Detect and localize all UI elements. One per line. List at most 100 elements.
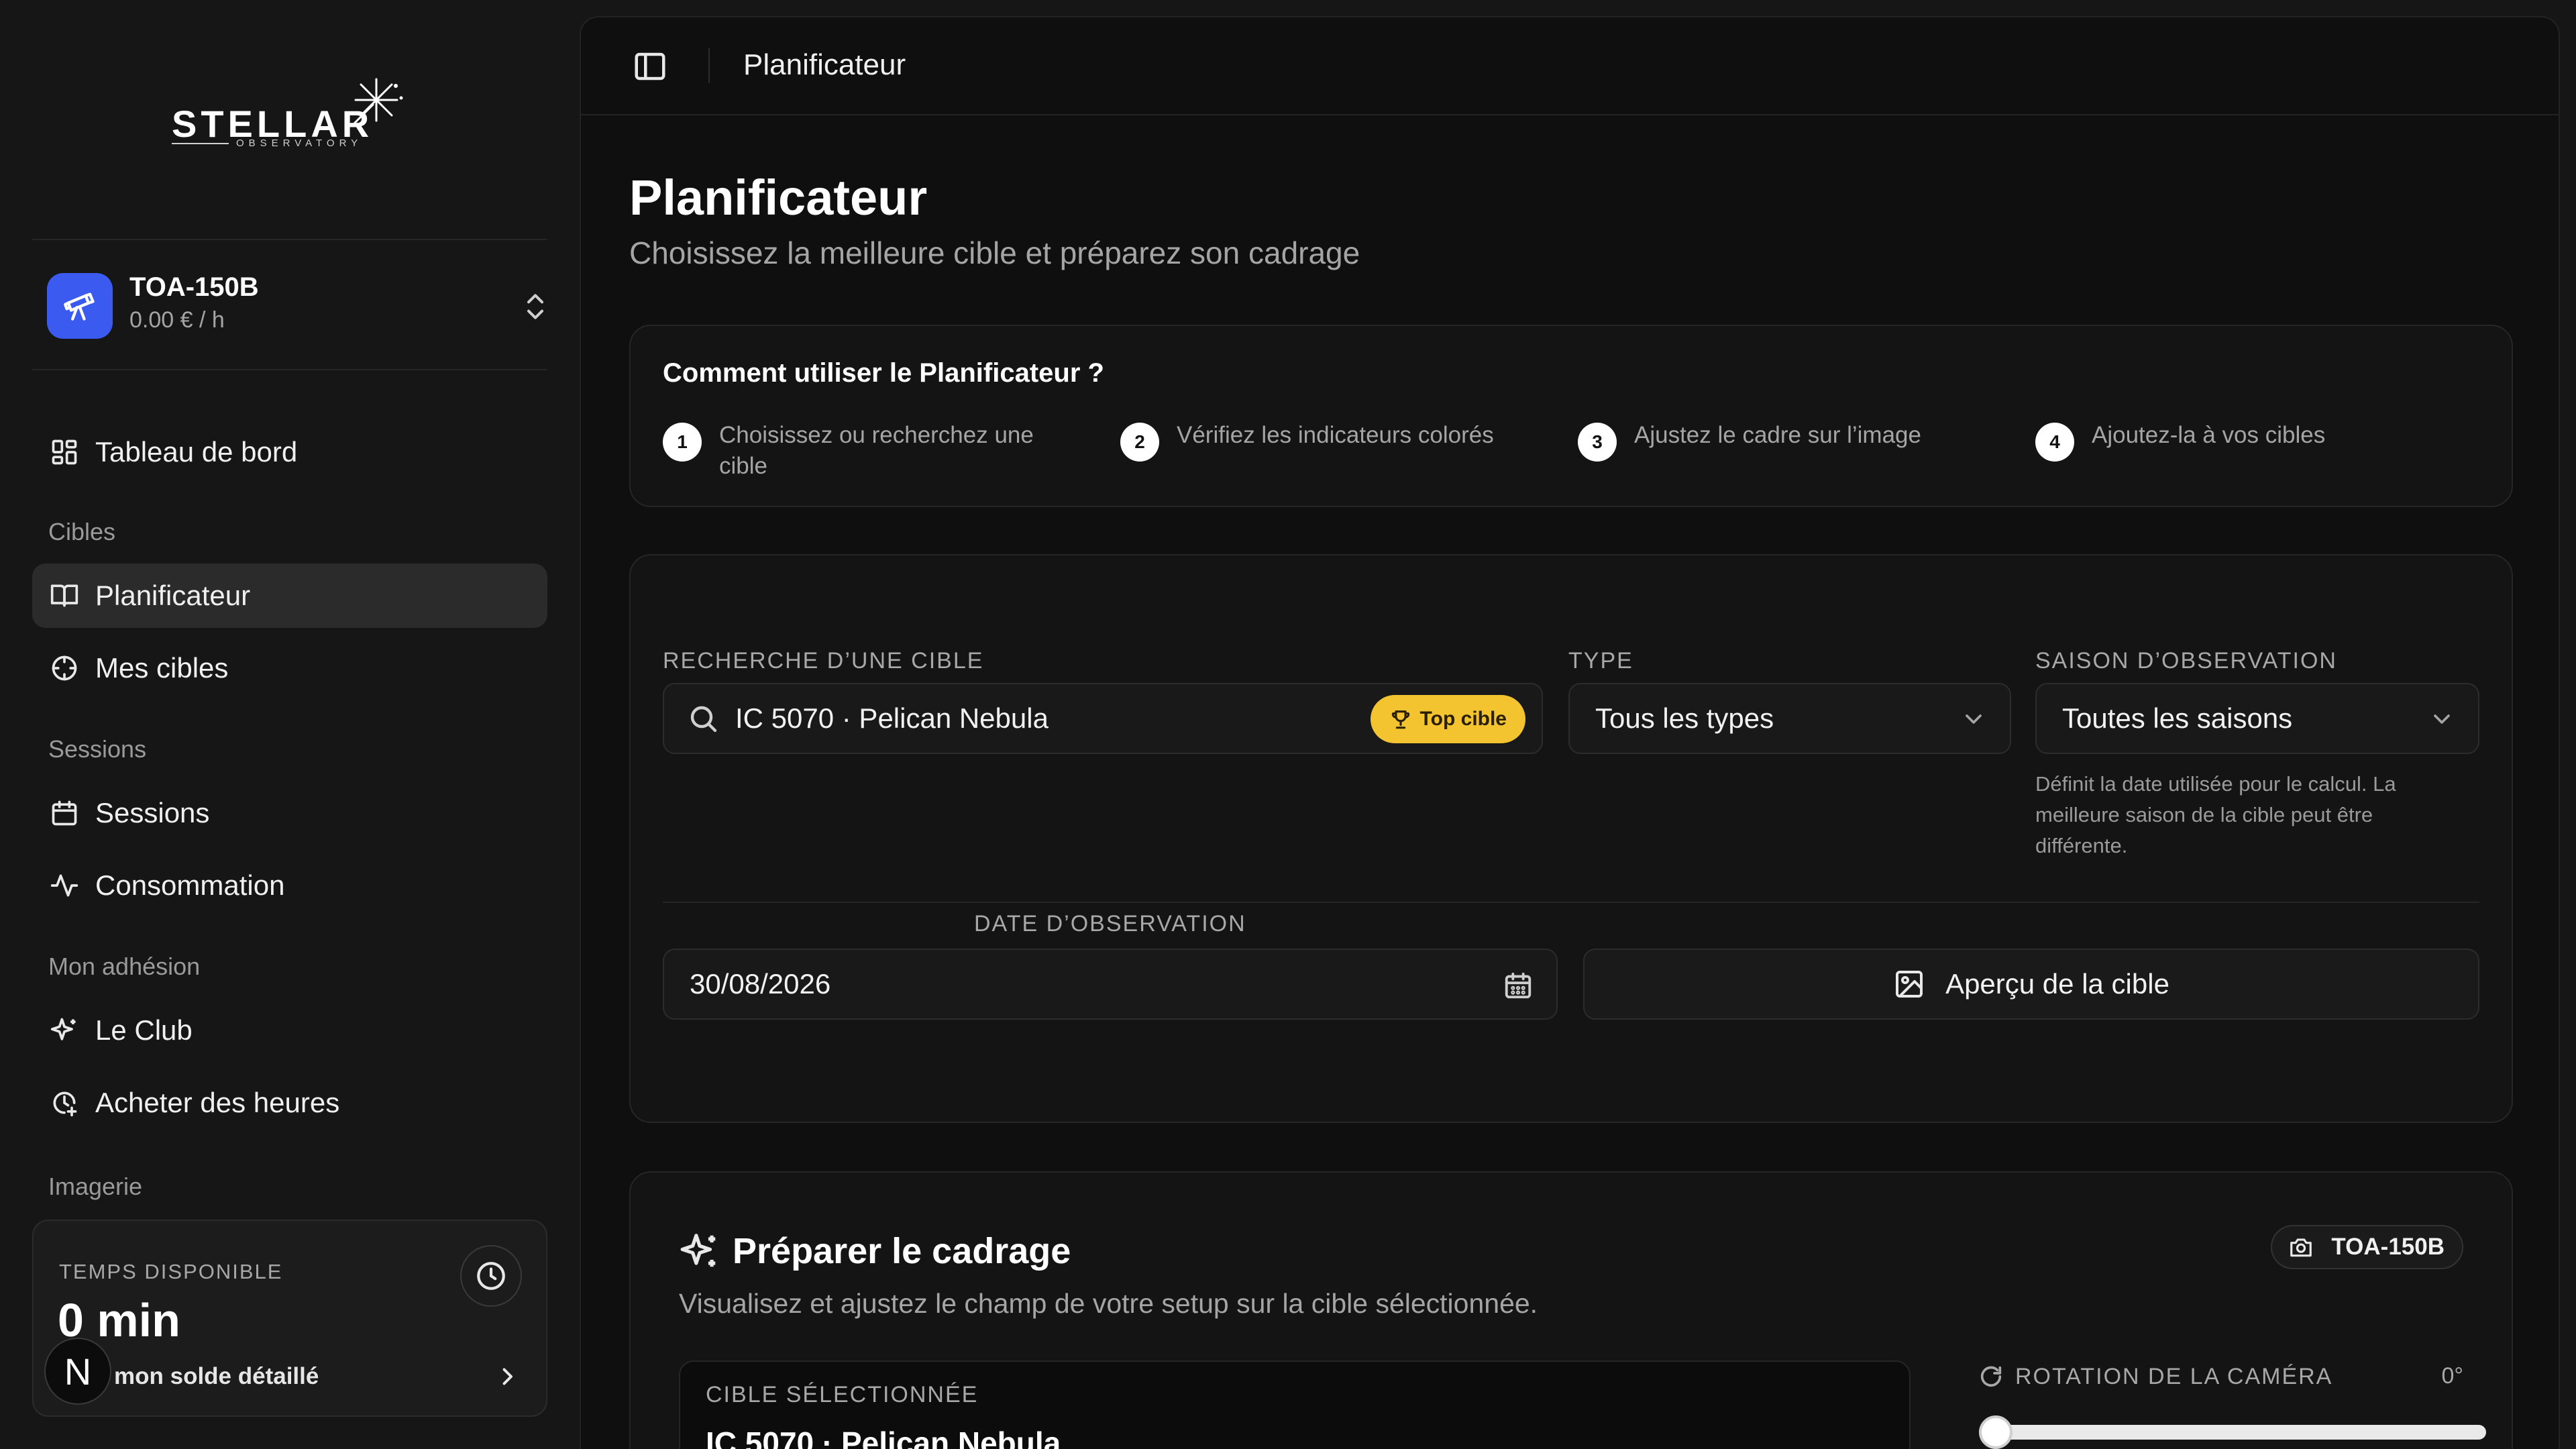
calendar-icon[interactable] [1503, 970, 1534, 1001]
telescope-name: TOA-150B [129, 272, 259, 302]
sidebar-item-consumption[interactable]: Consommation [32, 853, 547, 918]
framing-card: Préparer le cadrage Visualisez et ajuste… [629, 1171, 2513, 1449]
type-select[interactable]: Tous les types [1568, 683, 2011, 754]
season-hint-line: meilleure saison de la cible peut être [2035, 803, 2373, 826]
sidebar-item-label: Tableau de bord [95, 436, 298, 468]
help-step: 3 Ajustez le cadre sur l’image [1578, 420, 1921, 462]
sidebar-item-label: Planificateur [95, 580, 251, 611]
sidebar-item-my-targets[interactable]: Mes cibles [32, 636, 547, 700]
activity-icon [48, 869, 80, 902]
top-bar: Planificateur [581, 17, 2559, 115]
page-subtitle: Choisissez la meilleure cible et prépare… [629, 235, 1360, 270]
clock-icon [460, 1245, 522, 1307]
available-time-card: TEMPS DISPONIBLE 0 min mon solde détaill… [32, 1220, 547, 1417]
sparkles-icon [48, 1014, 80, 1046]
telescope-rate: 0.00 € / h [129, 307, 225, 333]
search-value: IC 5070 · Pelican Nebula [735, 702, 1049, 734]
season-hint-line: différente. [2035, 834, 2128, 857]
camera-badge[interactable]: TOA-150B [2271, 1225, 2463, 1269]
step-number: 1 [663, 423, 702, 462]
target-search-input[interactable]: IC 5070 · Pelican Nebula Top cible [663, 683, 1543, 754]
step-text-line: Choisissez ou recherchez une [719, 422, 1034, 448]
chevron-down-icon [1966, 714, 1982, 724]
season-hint: Définit la date utilisée pour le calcul.… [2035, 769, 2396, 861]
type-label: TYPE [1568, 648, 1633, 674]
clock-plus-icon [48, 1087, 80, 1119]
sidebar-item-buy-hours[interactable]: Acheter des heures [32, 1071, 547, 1135]
camera-rotation-label: ROTATION DE LA CAMÉRA [1978, 1363, 2332, 1390]
step-text: Ajustez le cadre sur l’image [1634, 422, 1921, 448]
breadcrumb: Planificateur [743, 48, 906, 81]
nav-group-targets: Cibles [48, 518, 116, 545]
dashboard-icon [48, 436, 80, 468]
date-value: 30/08/2026 [690, 968, 831, 1000]
crosshair-icon [48, 652, 80, 684]
season-select-value: Toutes les saisons [2062, 702, 2293, 734]
step-text-line: cible [719, 453, 767, 479]
star-burst-icon [352, 78, 403, 126]
step-text: Ajoutez-la à vos cibles [2092, 422, 2326, 448]
image-icon [1896, 971, 1923, 998]
selected-target-label: CIBLE SÉLECTIONNÉE [706, 1382, 979, 1407]
balance-detail-link[interactable]: mon solde détaillé [114, 1363, 319, 1390]
selected-target-box: CIBLE SÉLECTIONNÉE IC 5070 · Pelican Neb… [679, 1360, 1911, 1449]
target-preview-button-label: Aperçu de la cible [1945, 968, 2169, 1000]
available-time-title: TEMPS DISPONIBLE [59, 1260, 283, 1283]
sparkles-icon [680, 1234, 716, 1267]
date-input[interactable]: 30/08/2026 [663, 949, 1558, 1020]
date-label: DATE D’OBSERVATION [974, 911, 1246, 936]
step-number: 2 [1120, 423, 1159, 462]
step-number: 3 [1578, 423, 1617, 462]
top-target-badge[interactable]: Top cible [1370, 695, 1525, 743]
sidebar-item-planner[interactable]: Planificateur [32, 564, 547, 628]
help-step: 4 Ajoutez-la à vos cibles [2035, 420, 2325, 462]
search-icon [690, 706, 717, 733]
season-hint-line: Définit la date utilisée pour le calcul.… [2035, 772, 2396, 796]
divider [32, 239, 547, 240]
framing-subtitle: Visualisez et ajustez le champ de votre … [679, 1288, 1538, 1319]
divider [663, 902, 2479, 903]
help-step: 2 Vérifiez les indicateurs colorés [1120, 420, 1494, 462]
target-search-card: RECHERCHE D’UNE CIBLE IC 5070 · Pelican … [629, 554, 2513, 1123]
sidebar-item-label: Sessions [95, 797, 210, 828]
step-number: 4 [2035, 423, 2074, 462]
help-step: 1 Choisissez ou recherchez une cible [663, 420, 1034, 482]
rotate-icon [1980, 1366, 2002, 1387]
camera-rotation-slider[interactable] [1979, 1415, 2486, 1449]
trophy-icon [1391, 710, 1409, 729]
main-panel: Planificateur Planificateur Choisissez l… [580, 16, 2560, 1449]
sidebar-item-label: Acheter des heures [95, 1087, 340, 1118]
camera-badge-label: TOA-150B [2331, 1234, 2445, 1260]
user-avatar[interactable]: N [44, 1338, 111, 1405]
nav-group-sessions: Sessions [48, 735, 147, 763]
sidebar-item-label: Le Club [95, 1014, 193, 1046]
chevron-down-icon [2434, 714, 2450, 724]
page-title: Planificateur [629, 170, 928, 225]
framing-title: Préparer le cadrage [733, 1231, 1071, 1271]
sidebar-item-club[interactable]: Le Club [32, 998, 547, 1063]
chevron-right-icon[interactable] [495, 1363, 519, 1390]
divider [32, 369, 547, 370]
slider-thumb[interactable] [1979, 1415, 2012, 1449]
logo-line [172, 143, 229, 144]
season-select[interactable]: Toutes les saisons [2035, 683, 2479, 754]
sidebar-item-label: Consommation [95, 869, 285, 901]
nav-group-membership: Mon adhésion [48, 953, 201, 980]
brand-tagline: OBSERVATORY [236, 138, 363, 149]
top-target-badge-label: Top cible [1419, 708, 1507, 730]
brand-logo[interactable]: STELLAR OBSERVATORY [172, 74, 407, 151]
sidebar-toggle-icon[interactable] [632, 48, 668, 85]
sidebar: STELLAR OBSERVATORY TOA-150B 0.00 € / h [0, 0, 580, 1449]
sidebar-item-sessions[interactable]: Sessions [32, 781, 547, 845]
step-text: Vérifiez les indicateurs colorés [1177, 422, 1494, 448]
step-text: Choisissez ou recherchez une cible [719, 420, 1034, 482]
book-open-icon [48, 580, 80, 612]
chevron-up-down-icon [527, 294, 543, 319]
sidebar-item-dashboard[interactable]: Tableau de bord [32, 420, 547, 484]
telescope-icon [47, 273, 113, 339]
telescope-selector[interactable]: TOA-150B 0.00 € / h [47, 270, 550, 343]
help-title: Comment utiliser le Planificateur ? [663, 358, 1104, 388]
target-preview-button[interactable]: Aperçu de la cible [1583, 949, 2479, 1020]
calendar-icon [48, 797, 80, 829]
camera-rotation-label-text: ROTATION DE LA CAMÉRA [2015, 1363, 2333, 1389]
